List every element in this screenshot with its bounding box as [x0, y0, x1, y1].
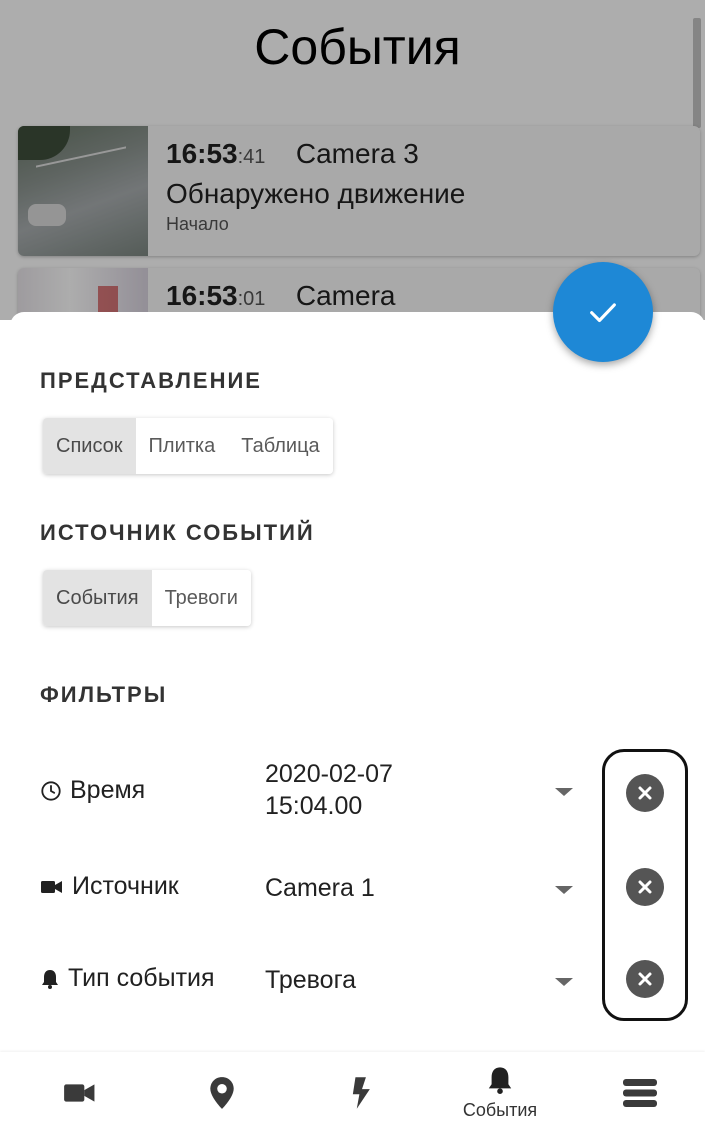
- map-pin-icon: [210, 1076, 234, 1109]
- nav-item-cameras[interactable]: [10, 1052, 150, 1133]
- filter-label-time: Время: [40, 776, 145, 805]
- source-section-title: ИСТОЧНИК СОБЫТИЙ: [40, 520, 315, 545]
- filter-value-source[interactable]: Camera 1: [265, 872, 375, 904]
- filter-row-time: Время 2020-02-07 15:04.00: [40, 758, 690, 830]
- bottom-navigation: События: [0, 1052, 705, 1133]
- server-list-icon: [623, 1078, 657, 1107]
- apply-filters-button[interactable]: [553, 262, 653, 362]
- bell-icon: [488, 1067, 512, 1094]
- clock-icon: [41, 780, 61, 801]
- nav-item-events-label: События: [462, 1100, 538, 1120]
- nav-item-actions[interactable]: [292, 1052, 432, 1133]
- filter-dropdown-caret[interactable]: [555, 788, 573, 796]
- filter-value-time[interactable]: 2020-02-07 15:04.00: [265, 758, 393, 822]
- filter-row-event-type: Тип события Тревога: [40, 960, 690, 1020]
- filter-label-event-type: Тип события: [40, 964, 215, 993]
- filters-section-title: ФИЛЬТРЫ: [40, 682, 168, 707]
- view-option-tile[interactable]: Плитка: [135, 418, 229, 474]
- bell-icon: [42, 969, 58, 989]
- source-option-events[interactable]: События: [43, 570, 152, 626]
- filter-dropdown-caret[interactable]: [555, 978, 573, 986]
- view-segmented-control: Список Плитка Таблица: [43, 418, 333, 474]
- videocam-icon: [64, 1083, 95, 1102]
- nav-item-events[interactable]: События: [430, 1052, 570, 1133]
- view-section-title: ПРЕДСТАВЛЕНИЕ: [40, 368, 262, 393]
- source-option-alarms[interactable]: Тревоги: [151, 570, 251, 626]
- filter-value-event-type[interactable]: Тревога: [265, 964, 356, 996]
- filter-label-source: Источник: [40, 872, 179, 901]
- clear-buttons-highlight: [602, 749, 688, 1021]
- filter-sheet: ПРЕДСТАВЛЕНИЕ Список Плитка Таблица ИСТО…: [10, 312, 705, 1052]
- source-segmented-control: События Тревоги: [43, 570, 251, 626]
- videocam-icon: [41, 880, 62, 893]
- nav-item-map[interactable]: [152, 1052, 292, 1133]
- filter-row-source: Источник Camera 1: [40, 868, 690, 912]
- filter-dropdown-caret[interactable]: [555, 886, 573, 894]
- view-option-list[interactable]: Список: [43, 418, 136, 474]
- nav-item-servers[interactable]: [570, 1052, 705, 1133]
- lightning-icon: [352, 1076, 370, 1109]
- view-option-table[interactable]: Таблица: [228, 418, 333, 474]
- check-icon: [590, 303, 616, 323]
